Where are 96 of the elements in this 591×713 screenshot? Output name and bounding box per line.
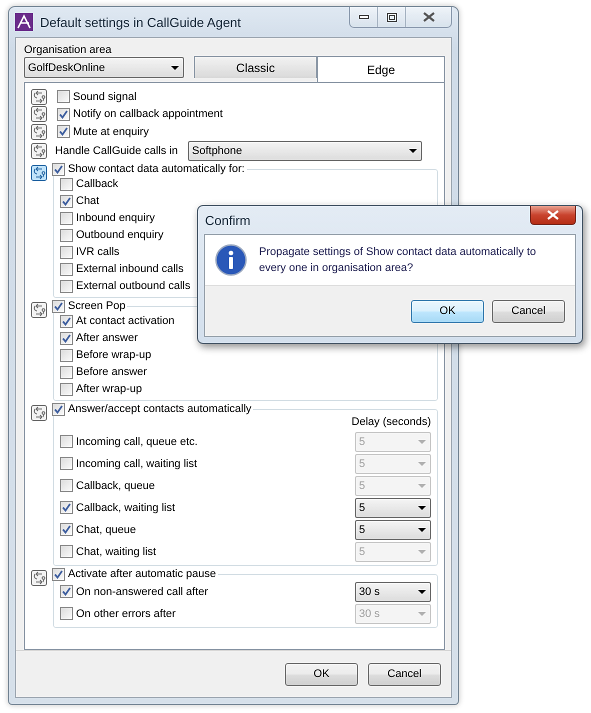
dialog-button[interactable]: OK [411,300,484,322]
info-icon [215,244,247,276]
checkbox-label: On other errors after [76,608,176,620]
checkbox-label: Answer/accept contacts automatically [68,403,252,415]
checkbox[interactable] [57,125,70,138]
dropdown-arrow-icon [409,148,417,152]
dropdown-arrow-icon [171,66,179,70]
checkbox[interactable] [52,162,65,176]
dropdown-arrow-icon [418,612,426,616]
dropdown-arrow-icon [418,440,426,444]
dialog-title: Confirm [205,212,251,228]
organisation-area-label: Organisation area [24,44,112,56]
checkbox[interactable] [60,457,73,470]
checkbox[interactable] [60,280,73,292]
propagate-icon[interactable] [31,124,47,140]
checkbox-label: Callback, waiting list [76,502,176,514]
checkbox-label: Activate after automatic pause [68,568,216,580]
checkbox[interactable] [57,90,70,104]
checkbox-label: Callback, queue [76,480,155,492]
delay-dropdown[interactable]: 30 s [355,582,431,602]
checkbox[interactable] [60,314,73,328]
checkbox-label: Before wrap-up [76,349,152,361]
checkbox[interactable] [52,300,65,312]
window-title: Default settings in CallGuide Agent [40,14,241,30]
dialog-button[interactable]: Cancel [368,662,441,686]
delay-dropdown[interactable]: 5 [355,498,431,518]
checkbox[interactable] [60,607,73,620]
close-icon [547,210,559,220]
checkbox[interactable] [60,228,73,242]
checkbox[interactable] [60,212,73,224]
checkbox[interactable] [60,523,73,536]
organisation-area-dropdown[interactable]: GolfDeskOnline [24,57,184,78]
propagate-icon[interactable] [31,164,47,180]
checkbox-label: Callback [76,178,118,190]
checkbox[interactable] [60,435,73,448]
checkbox-label: Incoming call, queue etc. [76,436,198,448]
checkbox-label: Screen Pop [68,300,126,312]
checkbox-label: Show contact data automatically for: [68,163,245,175]
checkbox[interactable] [60,479,73,492]
confirm-message: Propagate settings of Show contact data automatically to every one in organisation area? [259,245,537,276]
checkbox-label: On non-answered call after [76,586,208,598]
checkbox-label: External outbound calls [76,280,190,292]
checkbox[interactable] [60,332,73,344]
propagate-icon[interactable] [31,106,47,122]
minimize-icon [358,15,368,19]
propagate-icon[interactable] [31,88,47,105]
setting-label: Handle CallGuide calls in [55,144,178,156]
dropdown-arrow-icon [418,462,426,466]
checkbox-label: Inbound enquiry [76,212,155,224]
checkbox[interactable] [60,501,73,514]
checkbox[interactable] [60,194,73,208]
checkbox-label: After answer [76,332,138,344]
checkbox-label: Before answer [76,366,147,378]
checkbox[interactable] [57,108,70,121]
app-logo-icon [15,13,33,31]
dropdown-arrow-icon [418,590,426,594]
calls-dropdown[interactable]: Softphone [188,140,422,160]
checkbox-label: Mute at enquiry [73,126,149,138]
checkbox[interactable] [60,366,73,378]
checkbox[interactable] [60,585,73,598]
close-button[interactable] [530,206,576,225]
dropdown-arrow-icon [418,506,426,510]
checkbox[interactable] [52,568,65,580]
checkbox-label: Chat, queue [76,524,136,536]
checkbox-label: Chat, waiting list [76,546,156,558]
checkbox[interactable] [60,348,73,362]
checkbox-label: External inbound calls [76,263,184,275]
propagate-icon[interactable] [31,404,47,420]
dialog-button[interactable]: Cancel [492,300,565,322]
checkbox[interactable] [60,382,73,396]
checkbox-label: At contact activation [76,315,174,327]
checkbox[interactable] [60,545,73,558]
column-header: Delay (seconds) [352,416,431,428]
dropdown-arrow-icon [418,550,426,554]
dropdown-arrow-icon [418,528,426,532]
close-icon [422,12,434,22]
checkbox-label: Sound signal [73,90,137,103]
propagate-icon[interactable] [31,142,47,158]
dropdown-arrow-icon [418,484,426,488]
checkbox[interactable] [60,262,73,276]
checkbox-label: Chat [76,195,100,207]
propagate-icon[interactable] [31,570,47,586]
maximize-icon [386,12,396,22]
tab[interactable]: Edge [317,56,445,82]
checkbox-label: After wrap-up [76,383,142,395]
checkbox-label: Outbound enquiry [76,229,164,241]
delay-dropdown[interactable]: 5 [355,520,431,540]
checkbox-label: Notify on callback appointment [73,108,223,120]
checkbox[interactable] [52,402,65,416]
checkbox-label: Incoming call, waiting list [76,458,198,470]
checkbox-label: IVR calls [76,246,120,258]
dialog-button[interactable]: OK [285,662,358,686]
propagate-icon[interactable] [31,302,47,318]
checkbox[interactable] [60,246,73,258]
checkbox[interactable] [60,178,73,190]
tab[interactable]: Classic [194,56,317,78]
